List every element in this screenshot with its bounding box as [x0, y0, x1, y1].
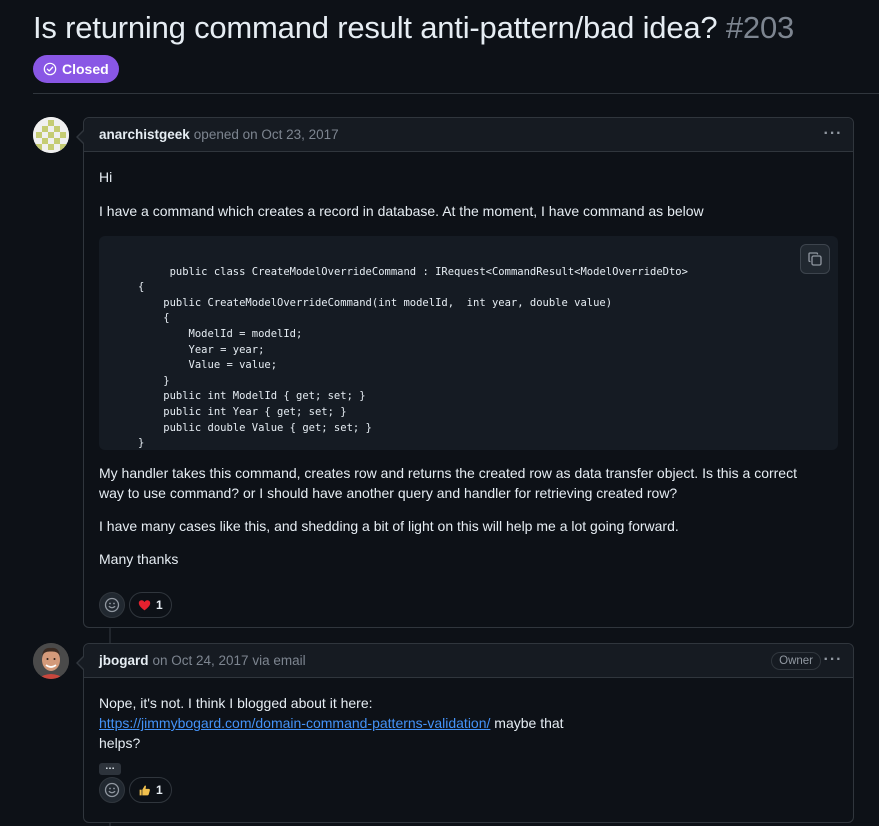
- status-badge: Closed: [33, 55, 119, 83]
- check-circle-icon: [43, 62, 57, 76]
- issue-title-text: Is returning command result anti-pattern…: [33, 10, 718, 45]
- issue-number: #203: [725, 10, 795, 45]
- hidden-text-row: …: [99, 754, 838, 775]
- comment-paragraph: My handler takes this command, creates r…: [99, 465, 797, 501]
- comment-paragraph: Nope, it's not. I think I blogged about …: [99, 695, 373, 711]
- code-block: public class CreateModelOverrideCommand …: [99, 236, 838, 450]
- header-divider: [33, 93, 879, 94]
- issue-page: Is returning command result anti-pattern…: [0, 0, 879, 826]
- comment-card: anarchistgeek opened on Oct 23, 2017 ···…: [76, 117, 854, 628]
- smiley-icon: [104, 782, 120, 798]
- reaction-count: 1: [156, 598, 163, 612]
- heart-reaction-button[interactable]: 1: [129, 592, 172, 618]
- smiley-icon: [104, 597, 120, 613]
- add-reaction-button[interactable]: [99, 777, 125, 803]
- heart-icon: [138, 599, 151, 610]
- comment-body: Nope, it's not. I think I blogged about …: [84, 678, 853, 803]
- issue-title: Is returning command result anti-pattern…: [33, 10, 794, 46]
- comment-timestamp: on Oct 24, 2017 via email: [152, 653, 306, 668]
- reactions-bar: 1: [99, 777, 838, 803]
- comment-paragraph: Hi: [99, 169, 113, 185]
- comment-timestamp[interactable]: opened on Oct 23, 2017: [194, 127, 339, 142]
- thumbs-up-reaction-button[interactable]: 1: [129, 777, 172, 803]
- copy-icon: [808, 252, 822, 266]
- comment-text: maybe that: [490, 715, 564, 731]
- comment-author[interactable]: jbogard: [99, 653, 149, 668]
- comment-paragraph: Many thanks: [99, 551, 179, 567]
- comment-header: jbogard on Oct 24, 2017 via email Owner …: [84, 644, 853, 678]
- comment-paragraph: helps?: [99, 735, 141, 751]
- timeline-line: [109, 628, 111, 644]
- identicon-avatar-icon: [33, 117, 69, 153]
- comment-header: anarchistgeek opened on Oct 23, 2017 ···: [84, 118, 853, 152]
- kebab-menu-icon[interactable]: ···: [823, 124, 843, 144]
- avatar[interactable]: [33, 643, 69, 679]
- reactions-bar: 1: [99, 592, 838, 618]
- comment-author[interactable]: anarchistgeek: [99, 127, 190, 142]
- user-photo-avatar-icon: [33, 643, 69, 679]
- comment-paragraph: I have a command which creates a record …: [99, 203, 704, 219]
- copy-button[interactable]: [800, 244, 830, 274]
- avatar[interactable]: [33, 117, 69, 153]
- add-reaction-button[interactable]: [99, 592, 125, 618]
- comment-body: Hi I have a command which creates a reco…: [84, 152, 853, 618]
- comment-paragraph: https://jimmybogard.com/domain-command-p…: [99, 713, 838, 733]
- comment-card: jbogard on Oct 24, 2017 via email Owner …: [76, 643, 854, 823]
- reaction-count: 1: [156, 783, 163, 797]
- owner-badge: Owner: [771, 652, 821, 670]
- comment-paragraph: I have many cases like this, and sheddin…: [99, 518, 679, 534]
- thumbs-up-icon: [139, 784, 150, 795]
- code-content: public class CreateModelOverrideCommand …: [137, 265, 688, 450]
- status-label: Closed: [62, 61, 109, 77]
- kebab-menu-icon[interactable]: ···: [823, 650, 843, 670]
- show-hidden-text-button[interactable]: …: [99, 762, 121, 775]
- blog-link[interactable]: https://jimmybogard.com/domain-command-p…: [99, 715, 490, 731]
